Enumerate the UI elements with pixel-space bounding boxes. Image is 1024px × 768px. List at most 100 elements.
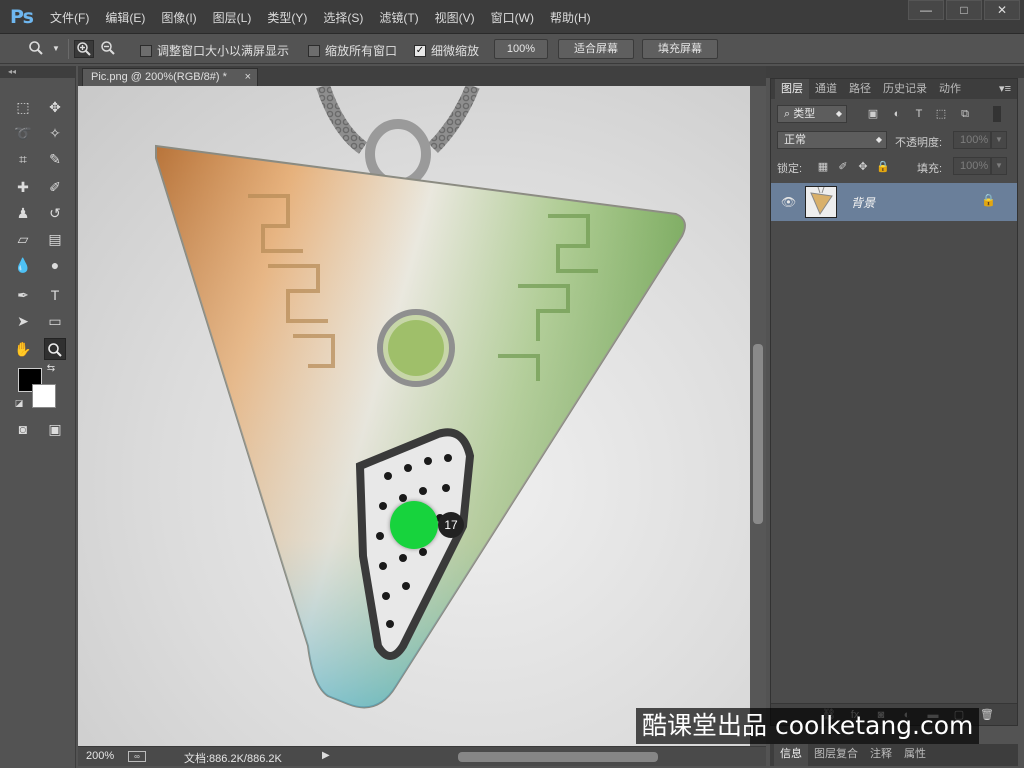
close-button[interactable]: ✕ xyxy=(984,0,1020,20)
main-menu: 文件(F) 编辑(E) 图像(I) 图层(L) 类型(Y) 选择(S) 滤镜(T… xyxy=(50,9,607,26)
clone-stamp-icon[interactable]: ♟ xyxy=(12,202,34,224)
document-canvas[interactable] xyxy=(78,86,750,746)
move-tool-icon[interactable]: ✥ xyxy=(44,96,66,118)
tab-paths[interactable]: 路径 xyxy=(843,79,877,99)
zoom-all-option[interactable]: 缩放所有窗口 xyxy=(308,42,397,59)
panel-menu-icon[interactable]: ▾≡ xyxy=(999,82,1011,95)
screen-mode-icon[interactable]: ▣ xyxy=(44,418,66,440)
filter-toggle[interactable] xyxy=(993,106,1001,122)
smart-object-filter-icon[interactable]: ⧉ xyxy=(957,106,973,122)
zoom-all-checkbox[interactable] xyxy=(308,44,320,57)
eraser-tool-icon[interactable]: ▱ xyxy=(12,228,34,250)
fit-screen-button[interactable]: 适合屏幕 xyxy=(558,39,634,59)
adjustment-filter-icon[interactable]: ◐ xyxy=(889,106,905,122)
maximize-button[interactable]: □ xyxy=(946,0,982,20)
scrubby-zoom-option[interactable]: ✓ 细微缩放 xyxy=(414,42,479,59)
healing-brush-icon[interactable]: ✚ xyxy=(12,176,34,198)
minimize-button[interactable]: — xyxy=(908,0,944,20)
tab-channels[interactable]: 通道 xyxy=(809,79,843,99)
history-brush-icon[interactable]: ↺ xyxy=(44,202,66,224)
dodge-tool-icon[interactable]: ● xyxy=(44,254,66,276)
tab-notes[interactable]: 注释 xyxy=(864,744,898,766)
type-tool-icon[interactable]: T xyxy=(44,284,66,306)
menu-type[interactable]: 类型(Y) xyxy=(267,9,307,26)
type-filter-icon[interactable]: T xyxy=(911,106,927,122)
chevron-down-icon[interactable]: ▼ xyxy=(991,157,1007,175)
tab-layer-comps[interactable]: 图层复合 xyxy=(808,744,864,766)
menu-file[interactable]: 文件(F) xyxy=(50,9,89,26)
layer-kind-label: 类型 xyxy=(793,108,816,120)
menu-layer[interactable]: 图层(L) xyxy=(213,9,252,26)
zoom-tool-icon[interactable] xyxy=(44,338,66,360)
zoom-in-icon[interactable] xyxy=(74,40,94,58)
vertical-scrollbar[interactable] xyxy=(750,86,766,746)
fill-label: 填充: xyxy=(917,163,943,175)
right-dock: 图层 通道 路径 历史记录 动作 ▾≡ ⌕ 类型 ◆ ▣ ◐ T ⬚ ⧉ 正常 … xyxy=(766,66,1024,768)
pen-tool-icon[interactable]: ✒ xyxy=(12,284,34,306)
close-tab-icon[interactable]: × xyxy=(245,69,251,85)
menu-window[interactable]: 窗口(W) xyxy=(491,9,534,26)
tab-layers[interactable]: 图层 xyxy=(775,79,809,99)
menu-help[interactable]: 帮助(H) xyxy=(550,9,591,26)
fill-input[interactable]: 100% xyxy=(953,157,991,175)
zoom-100-button[interactable]: 100% xyxy=(494,39,548,59)
tab-properties[interactable]: 属性 xyxy=(898,744,932,766)
lock-label: 锁定: xyxy=(777,163,803,175)
eyedropper-icon[interactable]: ✎ xyxy=(44,148,66,170)
step-badge: 17 xyxy=(438,512,464,538)
layer-row[interactable]: 👁 背景 🔒 xyxy=(771,183,1017,221)
gradient-tool-icon[interactable]: ▤ xyxy=(44,228,66,250)
layer-kind-filter[interactable]: ⌕ 类型 ◆ xyxy=(777,105,847,123)
chevron-down-icon[interactable]: ▼ xyxy=(46,40,66,58)
layer-name[interactable]: 背景 xyxy=(851,194,875,211)
default-colors-icon[interactable]: ◪ xyxy=(12,396,26,410)
zoom-level[interactable]: 200% xyxy=(86,750,114,762)
quick-mask-icon[interactable]: ◙ xyxy=(12,418,34,440)
path-selection-icon[interactable]: ➤ xyxy=(12,310,34,332)
status-menu-arrow[interactable]: ▶ xyxy=(322,750,330,761)
visibility-eye-icon[interactable]: 👁 xyxy=(781,195,796,209)
lasso-tool-icon[interactable]: ➰ xyxy=(12,122,34,144)
info-panel-tabs: 信息 图层复合 注释 属性 xyxy=(770,744,1018,766)
resize-windows-option[interactable]: 调整窗口大小以满屏显示 xyxy=(140,42,289,59)
dock-collapse-strip[interactable] xyxy=(766,66,1024,78)
lock-pixels-icon[interactable]: ✐ xyxy=(835,159,851,175)
zoom-out-icon[interactable] xyxy=(98,40,118,58)
toolbox-collapse-icon[interactable]: ◂◂ xyxy=(0,66,75,78)
blend-mode-select[interactable]: 正常 ◆ xyxy=(777,131,887,149)
crop-tool-icon[interactable]: ⌗ xyxy=(12,148,34,170)
magic-wand-icon[interactable]: ✧ xyxy=(44,122,66,144)
document-size: 文档:886.2K/886.2K xyxy=(184,753,282,765)
lock-transparency-icon[interactable]: ▦ xyxy=(815,159,831,175)
scrubby-zoom-checkbox[interactable]: ✓ xyxy=(414,44,426,57)
tab-history[interactable]: 历史记录 xyxy=(877,79,933,99)
menu-select[interactable]: 选择(S) xyxy=(323,9,363,26)
shape-filter-icon[interactable]: ⬚ xyxy=(933,106,949,122)
menu-image[interactable]: 图像(I) xyxy=(161,9,196,26)
background-color-swatch[interactable] xyxy=(32,384,56,408)
tab-actions[interactable]: 动作 xyxy=(933,79,967,99)
hand-tool-icon[interactable]: ✋ xyxy=(12,338,34,360)
menu-view[interactable]: 视图(V) xyxy=(435,9,475,26)
opacity-input[interactable]: 100% xyxy=(953,131,991,149)
lock-position-icon[interactable]: ✥ xyxy=(855,159,871,175)
horizontal-scroll-thumb[interactable] xyxy=(458,752,658,762)
document-tab[interactable]: Pic.png @ 200%(RGB/8#) * × xyxy=(82,68,258,86)
blur-tool-icon[interactable]: 💧 xyxy=(12,254,34,276)
menu-edit[interactable]: 编辑(E) xyxy=(105,9,145,26)
resize-windows-checkbox[interactable] xyxy=(140,44,152,57)
swap-colors-icon[interactable]: ⇆ xyxy=(44,362,58,376)
pixel-filter-icon[interactable]: ▣ xyxy=(865,106,881,122)
lock-all-icon[interactable]: 🔒 xyxy=(875,159,891,175)
status-info-icon[interactable]: ∞ xyxy=(128,751,146,762)
tab-info[interactable]: 信息 xyxy=(774,744,808,766)
zoom-tool-preset-icon[interactable] xyxy=(26,40,46,58)
menu-filter[interactable]: 滤镜(T) xyxy=(379,9,418,26)
chevron-down-icon[interactable]: ▼ xyxy=(991,131,1007,149)
vertical-scroll-thumb[interactable] xyxy=(753,344,763,524)
delete-layer-icon[interactable]: 🗑 xyxy=(979,707,995,723)
brush-tool-icon[interactable]: ✐ xyxy=(44,176,66,198)
fill-screen-button[interactable]: 填充屏幕 xyxy=(642,39,718,59)
rectangle-tool-icon[interactable]: ▭ xyxy=(44,310,66,332)
marquee-tool-icon[interactable]: ⬚ xyxy=(12,96,34,118)
